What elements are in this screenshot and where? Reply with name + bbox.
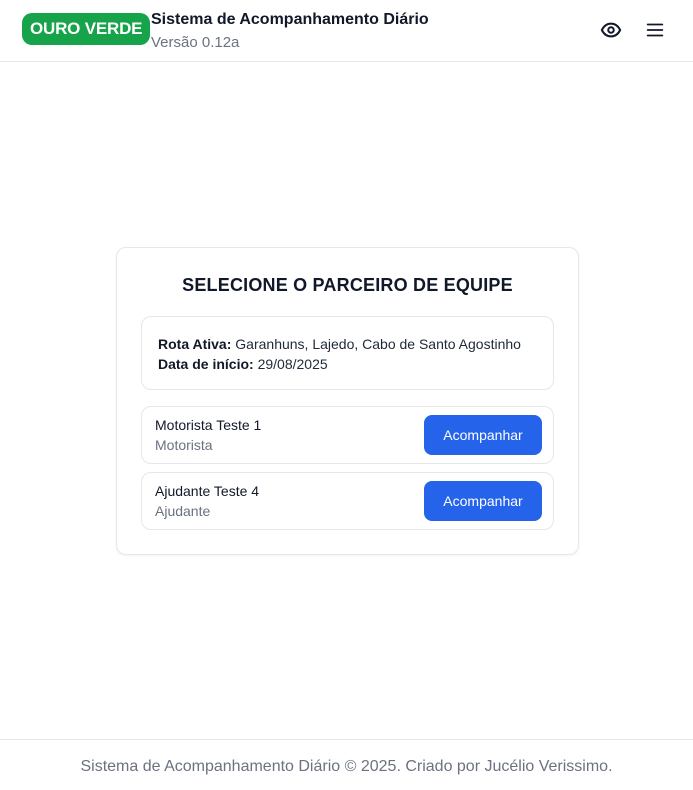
start-date-label: Data de início: [158, 356, 254, 372]
member-name: Ajudante Teste 4 [155, 483, 260, 499]
member-role: Ajudante [155, 503, 211, 519]
app-title: Sistema de Acompanhamento Diário [151, 11, 429, 28]
app-version: Versão 0.12a [151, 34, 240, 51]
brand-badge: OURO VERDE [22, 13, 151, 45]
member-name: Motorista Teste 1 [155, 417, 262, 433]
active-route-line: Rota Ativa: Garanhuns, Lajedo, Cabo de S… [158, 334, 553, 354]
follow-button[interactable]: Acompanhar [424, 481, 542, 521]
start-date-line: Data de início: 29/08/2025 [158, 354, 553, 374]
partner-selection-card: SELECIONE O PARCEIRO DE EQUIPE Rota Ativ… [116, 247, 579, 555]
start-date-value: 29/08/2025 [257, 356, 328, 372]
eye-icon [600, 22, 622, 38]
active-route-value: Garanhuns, Lajedo, Cabo de Santo Agostin… [235, 336, 521, 352]
team-member-item: Ajudante Teste 4 Ajudante Acompanhar [141, 472, 554, 530]
member-role: Motorista [155, 437, 213, 453]
active-route-info: Rota Ativa: Garanhuns, Lajedo, Cabo de S… [141, 316, 554, 390]
app-page: OURO VERDE Sistema de Acompanhamento Diá… [0, 0, 693, 790]
card-title: SELECIONE O PARCEIRO DE EQUIPE [182, 275, 513, 295]
footer: Sistema de Acompanhamento Diário © 2025.… [0, 739, 693, 790]
active-route-label: Rota Ativa: [158, 336, 232, 352]
menu-button[interactable] [642, 17, 668, 43]
footer-text: Sistema de Acompanhamento Diário © 2025.… [80, 758, 613, 775]
top-bar: OURO VERDE Sistema de Acompanhamento Diá… [0, 0, 693, 62]
team-member-item: Motorista Teste 1 Motorista Acompanhar [141, 406, 554, 464]
follow-button[interactable]: Acompanhar [424, 415, 542, 455]
view-toggle-button[interactable] [598, 17, 624, 43]
hamburger-menu-icon [646, 23, 664, 37]
